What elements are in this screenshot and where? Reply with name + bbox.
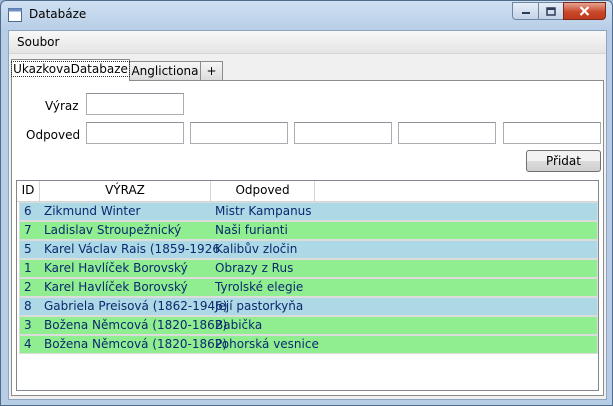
cell-id: 8 xyxy=(24,299,32,313)
cell-vyraz: Božena Němcová (1820-1862) xyxy=(44,318,228,332)
app-icon xyxy=(8,8,22,22)
minimize-button[interactable] xyxy=(512,2,538,20)
data-grid: ID VÝRAZ Odpoved 6 Zikmund Winter Mistr Ka… xyxy=(16,180,599,391)
client-area: Soubor UkazkovaDatabaze Anglictiona + Vý… xyxy=(8,30,607,400)
cell-odpoved: Kalibův zločin xyxy=(215,242,298,256)
table-row[interactable]: 1 Karel Havlíček Borovský Obrazy z Rus xyxy=(19,259,598,278)
cell-id: 5 xyxy=(24,242,32,256)
grid-header: ID VÝRAZ Odpoved xyxy=(17,181,598,202)
odpoved-input-2[interactable] xyxy=(190,122,288,144)
close-button[interactable] xyxy=(563,2,606,20)
cell-id: 4 xyxy=(24,337,32,351)
cell-vyraz: Zikmund Winter xyxy=(44,204,141,218)
cell-id: 3 xyxy=(24,318,32,332)
cell-vyraz: Gabriela Preisová (1862-1946) xyxy=(44,299,228,313)
cell-odpoved: Pohorská vesnice xyxy=(215,337,319,351)
cell-odpoved: Naši furianti xyxy=(215,223,288,237)
cell-odpoved: Její pastorkyňa xyxy=(215,299,304,313)
odpoved-input-5[interactable] xyxy=(503,122,601,144)
table-row[interactable]: 6 Zikmund Winter Mistr Kampanus xyxy=(19,202,598,221)
odpoved-label: Odpoved xyxy=(26,128,81,142)
close-icon xyxy=(579,6,590,16)
tab-label: + xyxy=(206,64,217,78)
column-header-id[interactable]: ID xyxy=(17,181,40,201)
table-row[interactable]: 2 Karel Havlíček Borovský Tyrolské elegie xyxy=(19,278,598,297)
column-header-odpoved[interactable]: Odpoved xyxy=(211,181,315,201)
cell-vyraz: Ladislav Stroupežnický xyxy=(44,223,182,237)
cell-id: 1 xyxy=(24,261,32,275)
cell-vyraz: Karel Havlíček Borovský xyxy=(44,280,188,294)
tab-ukazkova-databaze[interactable]: UkazkovaDatabaze xyxy=(11,59,130,81)
tab-panel: Výraz Odpoved Přidat ID VÝRAZ Odpoved 6Z… xyxy=(11,80,604,396)
odpoved-input-1[interactable] xyxy=(86,122,184,144)
tab-label: Anglictiona xyxy=(131,64,199,78)
cell-vyraz: Karel Václav Rais (1859-1926 xyxy=(44,242,220,256)
maximize-icon xyxy=(546,6,556,16)
app-window: Databáze Soubor UkazkovaDatabaze Anglict… xyxy=(0,0,613,406)
table-row[interactable]: 4 Božena Němcová (1820-1862) Pohorská vesn… xyxy=(19,335,598,354)
cell-odpoved: Mistr Kampanus xyxy=(215,204,312,218)
cell-odpoved: Obrazy z Rus xyxy=(215,261,294,275)
menu-soubor[interactable]: Soubor xyxy=(17,35,59,49)
table-row[interactable]: 3 Božena Němcová (1820-1862) Babička xyxy=(19,316,598,335)
grid-rows: 6 Zikmund Winter Mistr Kampanus 7 Ladislav S… xyxy=(19,202,598,354)
cell-vyraz: Božena Němcová (1820-1862) xyxy=(44,337,228,351)
menu-bar: Soubor xyxy=(9,31,606,54)
vyraz-input[interactable] xyxy=(86,93,184,115)
window-title: Databáze xyxy=(29,7,87,21)
pridat-button[interactable]: Přidat xyxy=(526,150,601,172)
cell-id: 2 xyxy=(24,280,32,294)
window-controls xyxy=(512,2,606,20)
cell-id: 7 xyxy=(24,223,32,237)
tab-add[interactable]: + xyxy=(200,61,223,80)
cell-vyraz: Karel Havlíček Borovský xyxy=(44,261,188,275)
cell-id: 6 xyxy=(24,204,32,218)
table-row[interactable]: 7 Ladislav Stroupežnický Naši furianti xyxy=(19,221,598,240)
odpoved-input-4[interactable] xyxy=(398,122,496,144)
maximize-button[interactable] xyxy=(538,2,563,20)
minimize-icon xyxy=(521,12,530,14)
odpoved-input-3[interactable] xyxy=(294,122,392,144)
tab-label: UkazkovaDatabaze xyxy=(11,61,130,77)
vyraz-label: Výraz xyxy=(45,99,79,113)
tab-anglictiona[interactable]: Anglictiona xyxy=(129,61,201,80)
column-header-vyraz[interactable]: VÝRAZ xyxy=(40,181,211,201)
table-row[interactable]: 8 Gabriela Preisová (1862-1946) Její pasto… xyxy=(19,297,598,316)
title-bar[interactable]: Databáze xyxy=(1,1,612,29)
table-row[interactable]: 5 Karel Václav Rais (1859-1926 Kalibův zlo… xyxy=(19,240,598,259)
cell-odpoved: Babička xyxy=(215,318,263,332)
cell-odpoved: Tyrolské elegie xyxy=(215,280,304,294)
